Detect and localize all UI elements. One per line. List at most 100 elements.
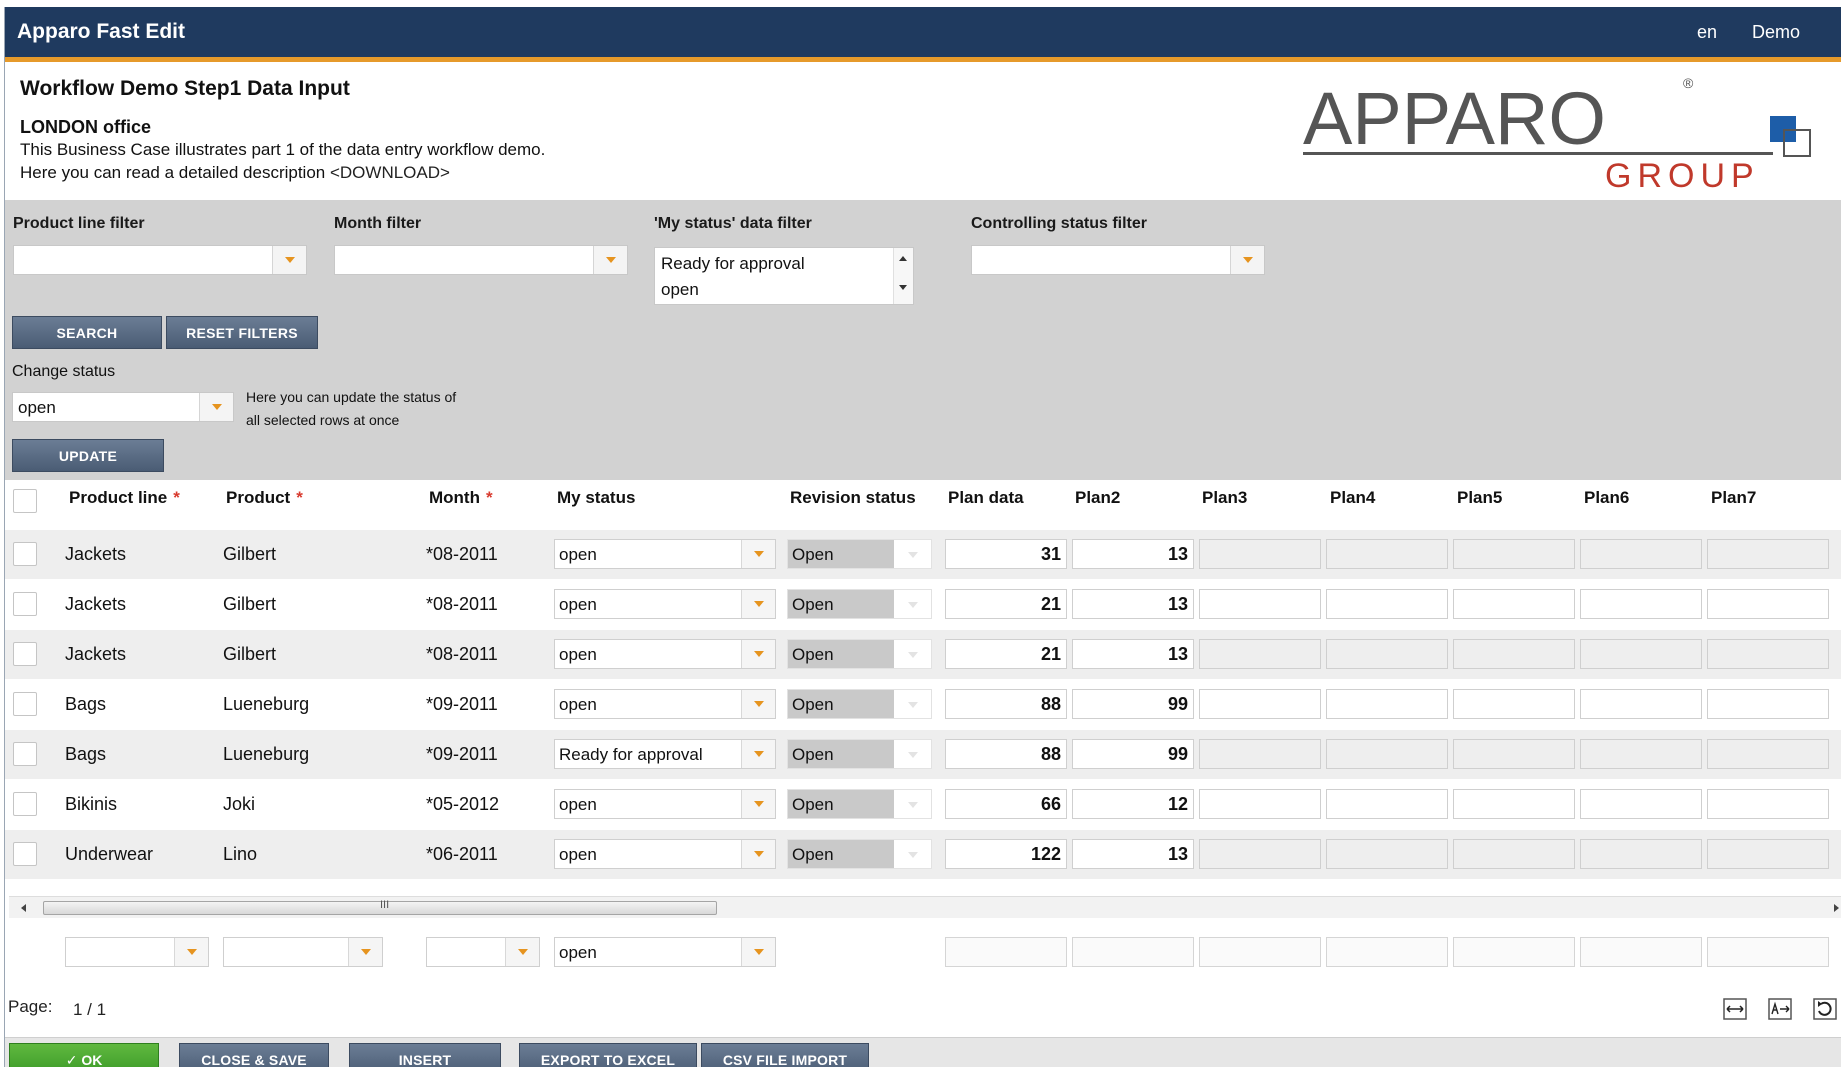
table-row[interactable]: Bikinis Joki *05-2012 open Open 66 12 [5,780,1841,829]
reset-filters-button[interactable]: RESET FILTERS [166,316,318,349]
cell-product-line[interactable]: Underwear [65,844,153,865]
cell-plan-data[interactable]: 31 [945,539,1067,569]
cell-plan6[interactable] [1580,689,1702,719]
cell-plan5[interactable] [1453,739,1575,769]
cell-month[interactable]: *08-2011 [426,594,498,615]
new-row-plan3-input[interactable] [1199,937,1321,967]
cell-plan-data[interactable]: 122 [945,839,1067,869]
row-checkbox[interactable] [13,642,37,666]
cell-plan2[interactable]: 13 [1072,539,1194,569]
chevron-down-icon[interactable] [741,790,775,818]
row-checkbox[interactable] [13,692,37,716]
download-link[interactable]: <DOWNLOAD> [330,163,450,182]
cell-my-status-select[interactable]: open [554,589,776,619]
chevron-down-icon[interactable] [741,590,775,618]
new-row-month-select[interactable] [426,937,540,967]
cell-plan3[interactable] [1199,839,1321,869]
product-line-filter[interactable] [13,245,307,275]
reset-icon[interactable] [1813,998,1837,1020]
cell-month[interactable]: *09-2011 [426,744,498,765]
cell-plan4[interactable] [1326,639,1448,669]
cell-plan2[interactable]: 99 [1072,739,1194,769]
chevron-down-icon[interactable] [174,938,208,966]
cell-plan3[interactable] [1199,789,1321,819]
cell-plan7[interactable] [1707,789,1829,819]
chevron-down-icon[interactable] [593,246,627,274]
cell-plan4[interactable] [1326,839,1448,869]
chevron-down-icon[interactable] [741,740,775,768]
chevron-down-icon[interactable] [741,690,775,718]
chevron-down-icon[interactable] [348,938,382,966]
row-checkbox[interactable] [13,592,37,616]
cell-plan-data[interactable]: 21 [945,589,1067,619]
cell-plan5[interactable] [1453,539,1575,569]
chevron-down-icon[interactable] [741,938,775,966]
column-header-plan4[interactable]: Plan4 [1330,488,1375,508]
chevron-down-icon[interactable] [741,840,775,868]
cell-month[interactable]: *06-2011 [426,844,498,865]
search-button[interactable]: SEARCH [12,316,162,349]
column-header-month[interactable]: Month * [429,488,493,508]
column-header-plan-data[interactable]: Plan data [948,488,1024,508]
cell-plan6[interactable] [1580,789,1702,819]
table-row[interactable]: Jackets Gilbert *08-2011 open Open 31 13 [5,530,1841,579]
my-status-filter-listbox[interactable]: Ready for approval open [654,247,914,305]
new-row-product-line-select[interactable] [65,937,209,967]
user-menu[interactable]: Demo [1752,22,1800,43]
new-row-plan7-input[interactable] [1707,937,1829,967]
cell-plan4[interactable] [1326,539,1448,569]
cell-plan5[interactable] [1453,589,1575,619]
new-row-plan-data-input[interactable] [945,937,1067,967]
cell-month[interactable]: *08-2011 [426,544,498,565]
chevron-down-icon[interactable] [741,540,775,568]
cell-plan3[interactable] [1199,639,1321,669]
cell-plan2[interactable]: 13 [1072,839,1194,869]
column-header-plan6[interactable]: Plan6 [1584,488,1629,508]
cell-plan2[interactable]: 99 [1072,689,1194,719]
cell-product-line[interactable]: Jackets [65,544,126,565]
month-filter[interactable] [334,245,628,275]
cell-product[interactable]: Joki [223,794,255,815]
row-checkbox[interactable] [13,542,37,566]
cell-plan6[interactable] [1580,739,1702,769]
cell-plan-data[interactable]: 88 [945,689,1067,719]
cell-plan7[interactable] [1707,539,1829,569]
cell-product-line[interactable]: Jackets [65,594,126,615]
column-header-plan7[interactable]: Plan7 [1711,488,1756,508]
update-button[interactable]: UPDATE [12,439,164,472]
chevron-down-icon[interactable] [1230,246,1264,274]
close-save-button[interactable]: CLOSE & SAVE [179,1043,329,1067]
cell-plan3[interactable] [1199,539,1321,569]
new-row-plan4-input[interactable] [1326,937,1448,967]
cell-my-status-select[interactable]: open [554,639,776,669]
cell-product[interactable]: Lueneburg [223,694,309,715]
cell-plan-data[interactable]: 66 [945,789,1067,819]
cell-product-line[interactable]: Jackets [65,644,126,665]
cell-plan4[interactable] [1326,739,1448,769]
column-header-my-status[interactable]: My status [557,488,635,508]
cell-month[interactable]: *09-2011 [426,694,498,715]
language-selector[interactable]: en [1697,22,1717,43]
new-row-plan6-input[interactable] [1580,937,1702,967]
cell-plan3[interactable] [1199,689,1321,719]
chevron-down-icon[interactable] [199,393,233,421]
controlling-status-filter[interactable] [971,245,1265,275]
cell-my-status-select[interactable]: open [554,689,776,719]
change-status-select[interactable]: open [12,392,234,422]
scrollbar-thumb[interactable]: III [43,899,717,915]
cell-plan3[interactable] [1199,739,1321,769]
chevron-down-icon[interactable] [741,640,775,668]
cell-plan6[interactable] [1580,589,1702,619]
chevron-down-icon[interactable] [505,938,539,966]
cell-product-line[interactable]: Bikinis [65,794,117,815]
scroll-left-icon[interactable] [21,904,26,912]
cell-product[interactable]: Gilbert [223,644,276,665]
new-row-status-select[interactable]: open [554,937,776,967]
cell-product-line[interactable]: Bags [65,694,106,715]
cell-product[interactable]: Lueneburg [223,744,309,765]
cell-plan5[interactable] [1453,689,1575,719]
new-row-product-select[interactable] [223,937,383,967]
row-checkbox[interactable] [13,742,37,766]
cell-my-status-select[interactable]: open [554,789,776,819]
cell-plan3[interactable] [1199,589,1321,619]
